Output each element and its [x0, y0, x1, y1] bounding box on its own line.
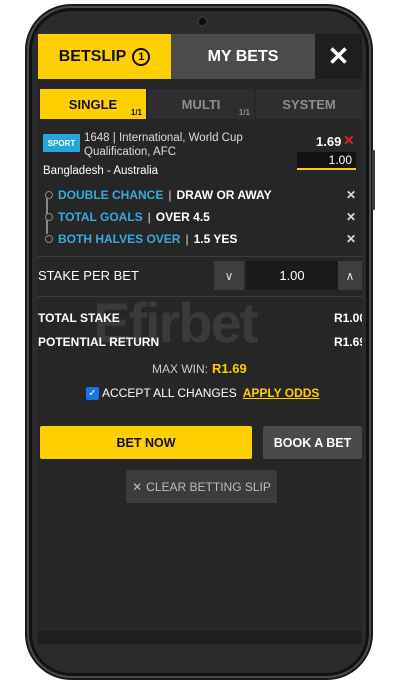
bet-type-tabs: SINGLE 1/1 MULTI 1/1 SYSTEM: [40, 89, 362, 119]
stake-per-bet-label: STAKE PER BET: [38, 268, 139, 283]
close-icon[interactable]: ✕: [315, 34, 362, 79]
leg-pick: OVER 4.5: [155, 210, 210, 224]
selection-stake-input[interactable]: 1.00: [297, 152, 356, 170]
clear-betting-slip-button[interactable]: ✕ CLEAR BETTING SLIP: [126, 470, 277, 503]
potential-return-value: R1.69: [333, 335, 362, 349]
total-stake-value: R1.00: [333, 311, 362, 325]
accept-changes-row: ✓ ACCEPT ALL CHANGES APPLY ODDS: [86, 386, 319, 400]
bottom-bar: [38, 631, 362, 644]
total-stake-label: TOTAL STAKE: [38, 311, 120, 325]
clear-betting-slip-label: CLEAR BETTING SLIP: [146, 479, 271, 494]
tab-my-bets[interactable]: MY BETS: [171, 34, 315, 79]
remove-selection-icon[interactable]: ✕: [343, 132, 355, 149]
event-line-1: 1648 | International, World Cup: [84, 132, 243, 144]
leg-market: TOTAL GOALS: [58, 210, 143, 224]
stake-per-bet-input[interactable]: 1.00: [246, 261, 338, 290]
leg-pick: 1.5 YES: [193, 232, 238, 246]
remove-leg-icon[interactable]: ✕: [346, 232, 356, 246]
clear-icon: ✕: [132, 479, 143, 494]
total-stake-row: TOTAL STAKE R1.00: [38, 311, 362, 329]
tab-single-label: SINGLE: [68, 96, 118, 112]
tab-betslip[interactable]: BETSLIP 1: [38, 34, 171, 79]
betslip-count-badge: 1: [132, 47, 151, 66]
top-tabs: BETSLIP 1 MY BETS ✕: [38, 34, 362, 79]
tab-single-count: 1/1: [130, 108, 142, 117]
event-line-2: Qualification, AFC: [84, 146, 177, 158]
accept-changes-label: ACCEPT ALL CHANGES: [102, 386, 237, 400]
match-teams: Bangladesh - Australia: [43, 165, 159, 177]
leg-item: BOTH HALVES OVER | 1.5 YES ✕: [40, 228, 360, 250]
side-button: [372, 150, 375, 210]
tab-multi-count: 1/1: [238, 108, 250, 117]
stake-decrease-button[interactable]: ∨: [214, 261, 244, 290]
apply-odds-link[interactable]: APPLY ODDS: [243, 386, 320, 400]
potential-return-row: POTENTIAL RETURN R1.69: [38, 335, 362, 353]
leg-market: DOUBLE CHANCE: [58, 188, 164, 202]
potential-return-label: POTENTIAL RETURN: [38, 335, 160, 349]
book-a-bet-button[interactable]: BOOK A BET: [263, 426, 362, 459]
tab-multi[interactable]: MULTI 1/1: [148, 89, 254, 119]
max-win-value: R1.69: [212, 361, 247, 376]
selection-odds: 1.69: [316, 134, 342, 149]
bet-now-button[interactable]: BET NOW: [40, 426, 252, 459]
remove-leg-icon[interactable]: ✕: [346, 210, 356, 224]
max-win: MAX WIN: R1.69: [152, 361, 247, 376]
leg-separator: |: [168, 188, 172, 202]
leg-separator: |: [147, 210, 151, 224]
leg-dot-icon: [45, 213, 53, 221]
divider: [38, 296, 362, 297]
divider: [38, 256, 362, 257]
leg-item: DOUBLE CHANCE | DRAW OR AWAY ✕: [40, 184, 360, 206]
camera-icon: [197, 16, 208, 27]
event-info: 1648 | International, World Cup Qualific…: [84, 131, 284, 159]
leg-dot-icon: [45, 191, 53, 199]
bet-builder-legs: DOUBLE CHANCE | DRAW OR AWAY ✕ TOTAL GOA…: [40, 184, 360, 250]
tab-system[interactable]: SYSTEM: [256, 89, 362, 119]
accept-changes-checkbox[interactable]: ✓: [86, 386, 99, 400]
leg-dot-icon: [45, 235, 53, 243]
max-win-label: MAX WIN:: [152, 362, 208, 376]
betslip-screen: BETSLIP 1 MY BETS ✕ SINGLE 1/1 MULTI 1/1…: [38, 34, 362, 644]
tab-single[interactable]: SINGLE 1/1: [40, 89, 146, 119]
leg-pick: DRAW OR AWAY: [176, 188, 272, 202]
leg-item: TOTAL GOALS | OVER 4.5 ✕: [40, 206, 360, 228]
remove-leg-icon[interactable]: ✕: [346, 188, 356, 202]
tab-multi-label: MULTI: [181, 96, 221, 112]
tab-system-label: SYSTEM: [282, 96, 336, 112]
stake-increase-button[interactable]: ∧: [338, 261, 362, 290]
sport-tag: SPORT: [43, 134, 80, 152]
leg-separator: |: [185, 232, 189, 246]
leg-market: BOTH HALVES OVER: [58, 232, 181, 246]
stake-per-bet-row: STAKE PER BET ∨ 1.00 ∧: [38, 258, 362, 294]
tab-betslip-label: BETSLIP: [58, 47, 127, 65]
